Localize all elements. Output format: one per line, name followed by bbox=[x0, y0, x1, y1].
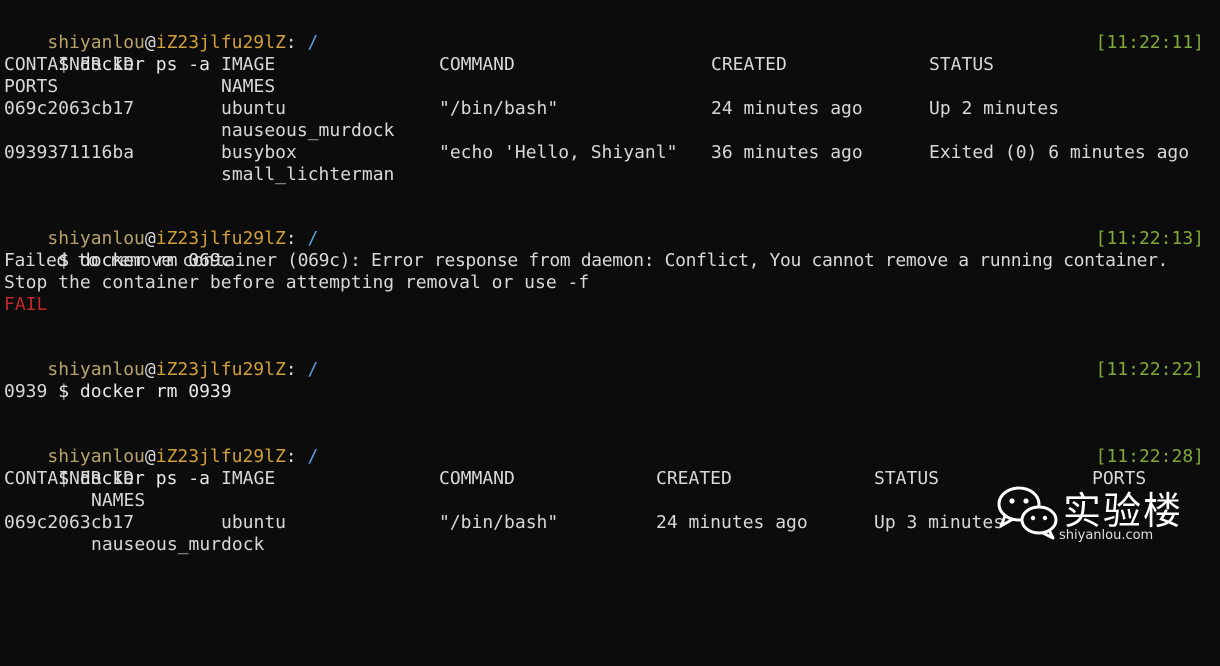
watermark-title: 实验楼 bbox=[1063, 489, 1184, 533]
prompt-line: shiyanlou@iZ23jlfu29lZ: / bbox=[4, 206, 318, 249]
container-image: ubuntu bbox=[221, 512, 287, 533]
terminal-window[interactable]: shiyanlou@iZ23jlfu29lZ: / $ docker ps -a… bbox=[0, 0, 1220, 566]
container-id: 069c2063cb17 bbox=[4, 98, 135, 119]
watermark: 实验楼 shiyanlou.com bbox=[995, 478, 1205, 548]
timestamp: [11:22:22] bbox=[1095, 359, 1204, 380]
container-status: Up 3 minutes bbox=[874, 512, 1005, 533]
table-header: CONTAINER ID IMAGE COMMAND CREATED STATU… bbox=[4, 54, 1212, 76]
container-image: busybox bbox=[221, 142, 297, 163]
container-id: 069c2063cb17 bbox=[4, 512, 135, 533]
header-names: NAMES bbox=[221, 76, 276, 97]
command-text: $ docker rm 0939 bbox=[47, 381, 232, 402]
timestamp: [11:22:13] bbox=[1095, 228, 1204, 249]
container-image: ubuntu bbox=[221, 98, 287, 119]
header-created: CREATED bbox=[711, 54, 787, 75]
command-line: $ docker rm 069c [11:22:13] bbox=[4, 228, 1212, 271]
container-created: 24 minutes ago bbox=[656, 512, 808, 533]
header-container-id: CONTAINER ID bbox=[4, 54, 135, 75]
table-row: 0939371116ba busybox "echo 'Hello, Shiya… bbox=[4, 142, 1212, 164]
table-row-wrap: small_lichterman bbox=[4, 164, 1212, 186]
table-row: 069c2063cb17 ubuntu "/bin/bash" 24 minut… bbox=[4, 98, 1212, 120]
command-output: 0939 bbox=[4, 381, 48, 402]
fail-status: FAIL bbox=[4, 294, 48, 315]
container-command: "/bin/bash" bbox=[439, 98, 559, 119]
prompt-line: shiyanlou@iZ23jlfu29lZ: / bbox=[4, 10, 318, 53]
header-command: COMMAND bbox=[439, 468, 515, 489]
container-created: 24 minutes ago bbox=[711, 98, 863, 119]
prompt-line: shiyanlou@iZ23jlfu29lZ: / bbox=[4, 337, 318, 380]
header-status: STATUS bbox=[929, 54, 995, 75]
header-image: IMAGE bbox=[221, 54, 276, 75]
error-output: Failed to remove container (069c): Error… bbox=[4, 250, 1169, 271]
container-name: small_lichterman bbox=[221, 164, 395, 185]
header-names: NAMES bbox=[91, 490, 146, 511]
timestamp: [11:22:11] bbox=[1095, 32, 1204, 53]
container-command: "echo 'Hello, Shiyanl" bbox=[439, 142, 678, 163]
timestamp: [11:22:28] bbox=[1095, 446, 1204, 467]
container-status: Exited (0) 6 minutes ago bbox=[929, 142, 1190, 163]
container-name: nauseous_murdock bbox=[91, 534, 265, 555]
header-command: COMMAND bbox=[439, 54, 515, 75]
container-id: 0939371116ba bbox=[4, 142, 135, 163]
container-created: 36 minutes ago bbox=[711, 142, 863, 163]
table-header-wrap: PORTS NAMES bbox=[4, 76, 1212, 98]
header-status: STATUS bbox=[874, 468, 940, 489]
container-name: nauseous_murdock bbox=[221, 120, 395, 141]
header-image: IMAGE bbox=[221, 468, 276, 489]
watermark-url: shiyanlou.com bbox=[1059, 528, 1154, 543]
command-line: $ docker rm 0939 [11:22:22] bbox=[4, 359, 1212, 402]
container-command: "/bin/bash" bbox=[439, 512, 559, 533]
error-output: Stop the container before attempting rem… bbox=[4, 272, 590, 293]
wechat-icon bbox=[997, 486, 1058, 540]
header-container-id: CONTAINER ID bbox=[4, 468, 135, 489]
table-row-wrap: nauseous_murdock bbox=[4, 120, 1212, 142]
command-line: $ docker ps -a [11:22:28] bbox=[4, 446, 1212, 489]
command-line: $ docker ps -a [11:22:11] bbox=[4, 32, 1212, 75]
header-ports: PORTS bbox=[4, 76, 59, 97]
header-created: CREATED bbox=[656, 468, 732, 489]
container-status: Up 2 minutes bbox=[929, 98, 1060, 119]
prompt-line: shiyanlou@iZ23jlfu29lZ: / bbox=[4, 424, 318, 467]
